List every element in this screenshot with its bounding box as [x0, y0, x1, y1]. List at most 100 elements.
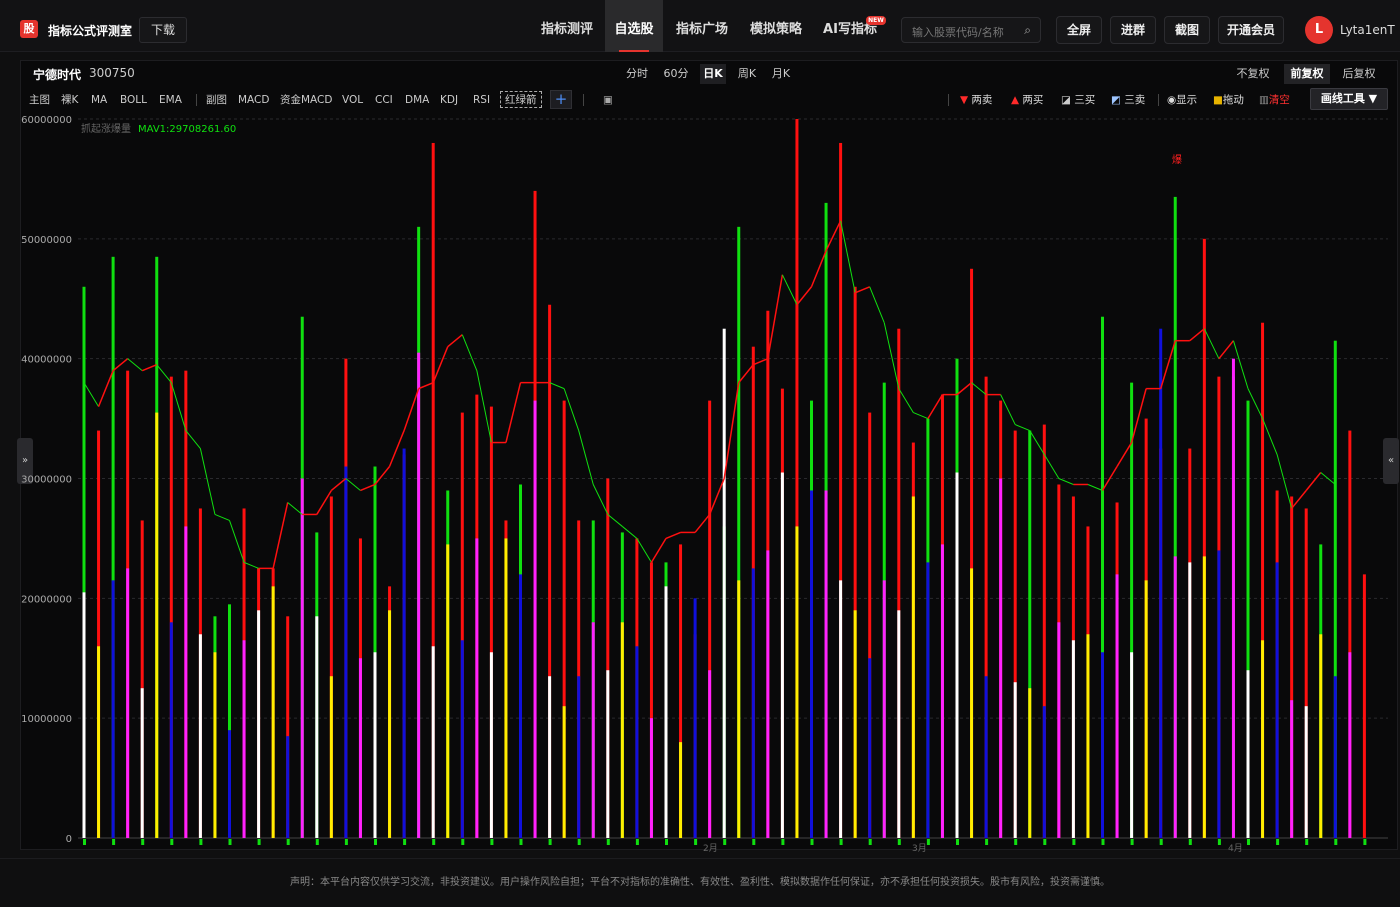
- tick-mark: [1072, 839, 1076, 845]
- divider: [948, 94, 949, 106]
- adjust-forward[interactable]: 前复权: [1284, 64, 1330, 84]
- mav-line-segment: [229, 520, 245, 563]
- inner-bar: [1290, 700, 1294, 838]
- tick-mark: [752, 839, 756, 845]
- screenshot-button[interactable]: 截图: [1164, 16, 1210, 44]
- tick-mark: [810, 839, 814, 845]
- y-tick-label: 0: [66, 834, 72, 845]
- inner-bar: [198, 634, 202, 838]
- inner-bar: [1202, 556, 1206, 838]
- indicator-boll[interactable]: BOLL: [120, 92, 147, 108]
- mav-line-segment: [1305, 472, 1322, 491]
- inner-bar: [184, 526, 188, 838]
- mav-line-segment: [650, 538, 667, 563]
- inner-bar: [97, 646, 101, 838]
- inner-bar: [82, 592, 86, 838]
- search-icon[interactable]: ⌕: [1024, 23, 1031, 38]
- tool-drag[interactable]: ■拖动: [1213, 92, 1244, 108]
- join-group-button[interactable]: 进群: [1110, 16, 1156, 44]
- inner-bar: [1348, 652, 1352, 838]
- tick-mark: [286, 839, 290, 845]
- adjust-none[interactable]: 不复权: [1234, 64, 1272, 84]
- inner-bar: [140, 688, 144, 838]
- mav-line-segment: [1291, 490, 1307, 509]
- inner-bar: [213, 652, 217, 838]
- indicator-kdj[interactable]: KDJ: [440, 92, 458, 108]
- avatar[interactable]: L: [1305, 16, 1333, 44]
- inner-bar: [271, 586, 275, 838]
- inner-bar: [242, 640, 246, 838]
- mav-line-segment: [156, 364, 172, 383]
- indicator-macd[interactable]: MACD: [238, 92, 269, 108]
- inner-bar: [577, 676, 581, 838]
- indicator-naked-k[interactable]: 裸K: [61, 92, 78, 108]
- inner-bar: [460, 640, 464, 838]
- indicator-rsi[interactable]: RSI: [473, 92, 490, 108]
- nav-ai-indicator[interactable]: AI写指标: [815, 0, 885, 52]
- tool-clear[interactable]: ▥清空: [1259, 92, 1290, 108]
- indicator-fund-macd[interactable]: 资金MACD: [280, 92, 332, 108]
- tool-sell3[interactable]: ◩ 三卖: [1111, 92, 1145, 108]
- nav-watchlist[interactable]: 自选股: [605, 0, 663, 52]
- inner-bar: [489, 652, 493, 838]
- tool-show[interactable]: ◉显示: [1167, 92, 1197, 108]
- indicator-cci[interactable]: CCI: [375, 92, 393, 108]
- tick-mark: [781, 839, 785, 845]
- nav-indicator-test[interactable]: 指标测评: [533, 0, 601, 52]
- mav-line-segment: [1262, 418, 1278, 455]
- search-input[interactable]: 输入股票代码/名称 ⌕: [901, 17, 1041, 43]
- indicator-red-green-arrow[interactable]: 红绿箭: [500, 91, 542, 108]
- tick-mark: [257, 839, 261, 845]
- mav-line-segment: [607, 514, 623, 527]
- period-daily[interactable]: 日K: [700, 64, 726, 84]
- burst-marker: 爆: [1172, 154, 1182, 166]
- period-intraday[interactable]: 分时: [622, 64, 652, 84]
- mav-line-segment: [1043, 454, 1060, 479]
- mav-line-segment: [665, 531, 681, 540]
- nav-simulation[interactable]: 模拟策略: [742, 0, 810, 52]
- draw-tools-dropdown[interactable]: 画线工具 ▼: [1310, 88, 1388, 110]
- tool-sell2[interactable]: ▼ 两卖: [960, 92, 992, 108]
- inner-bar: [795, 526, 799, 838]
- stock-code: 300750: [89, 66, 135, 80]
- add-indicator-button[interactable]: +: [550, 90, 572, 109]
- inner-bar: [111, 580, 115, 838]
- mav-line-segment: [1159, 340, 1176, 389]
- inner-bar: [984, 676, 988, 838]
- inner-bar: [649, 718, 653, 838]
- indicator-vol[interactable]: VOL: [342, 92, 363, 108]
- adjust-backward[interactable]: 后复权: [1338, 64, 1380, 84]
- x-tick-label: 2月: [703, 843, 718, 854]
- y-tick-label: 40000000: [21, 355, 72, 366]
- tick-mark: [1188, 839, 1192, 845]
- tool-buy2[interactable]: ▲ 两买: [1011, 92, 1043, 108]
- mav-line-segment: [810, 250, 827, 288]
- indicator-ema[interactable]: EMA: [159, 92, 182, 108]
- username[interactable]: Lyta1enT: [1340, 23, 1395, 37]
- mav-line-segment: [549, 382, 565, 390]
- fullscreen-button[interactable]: 全屏: [1056, 16, 1102, 44]
- indicator-ma[interactable]: MA: [91, 92, 107, 108]
- mav-line-segment: [1029, 430, 1045, 455]
- inner-bar: [839, 580, 843, 838]
- up-triangle-icon: ▲: [1011, 94, 1020, 106]
- period-60min[interactable]: 60分: [660, 64, 692, 84]
- save-icon[interactable]: ▣: [603, 92, 613, 108]
- mav-line-segment: [185, 430, 201, 449]
- membership-button[interactable]: 开通会员: [1218, 16, 1284, 44]
- indicator-main[interactable]: 主图: [29, 92, 50, 108]
- inner-bar: [868, 658, 872, 838]
- tool-buy3[interactable]: ◪ 三买: [1061, 92, 1095, 108]
- indicator-dma[interactable]: DMA: [405, 92, 429, 108]
- download-button[interactable]: 下载: [139, 17, 188, 43]
- nav-indicator-square[interactable]: 指标广场: [668, 0, 736, 52]
- indicator-sub[interactable]: 副图: [206, 92, 227, 108]
- period-monthly[interactable]: 月K: [768, 64, 794, 84]
- tick-mark: [228, 839, 232, 845]
- tick-mark: [723, 839, 727, 845]
- inner-bar: [548, 676, 552, 838]
- inner-bar: [897, 610, 901, 838]
- trend-up-icon: ◪: [1061, 94, 1071, 106]
- mav-line-segment: [636, 538, 652, 563]
- period-weekly[interactable]: 周K: [734, 64, 760, 84]
